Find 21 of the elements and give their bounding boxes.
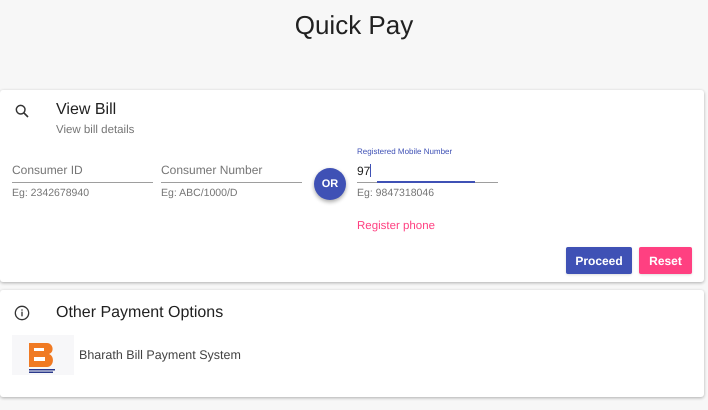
search-icon: [14, 103, 30, 119]
hint-text: Eg: 9847318046: [357, 186, 436, 202]
or-badge: OR: [314, 168, 346, 200]
register-phone-link[interactable]: Register phone: [357, 218, 435, 236]
proceed-button[interactable]: Proceed: [566, 247, 632, 274]
reset-button[interactable]: Reset: [639, 247, 692, 274]
logo-icon: [12, 335, 74, 375]
hint-text: Eg: 2342678940: [12, 186, 90, 202]
input-field[interactable]: Consumer ID: [12, 159, 153, 184]
hint-text: Eg: ABC/1000/D: [161, 186, 238, 202]
field-label: Consumer Number: [161, 162, 262, 180]
input-field[interactable]: Consumer Number: [161, 159, 302, 184]
page-title: Quick Pay: [294, 9, 414, 42]
option-label[interactable]: Bharath Bill Payment System: [79, 346, 241, 364]
field-label: Registered Mobile Number: [357, 146, 454, 158]
card-title: View Bill: [56, 100, 118, 120]
card-title: Other Payment Options: [56, 303, 224, 323]
card-subtitle: View bill details: [56, 123, 134, 138]
input-field[interactable]: 97: [357, 159, 498, 184]
info-icon: [14, 305, 30, 321]
field-label: Consumer ID: [12, 162, 83, 180]
